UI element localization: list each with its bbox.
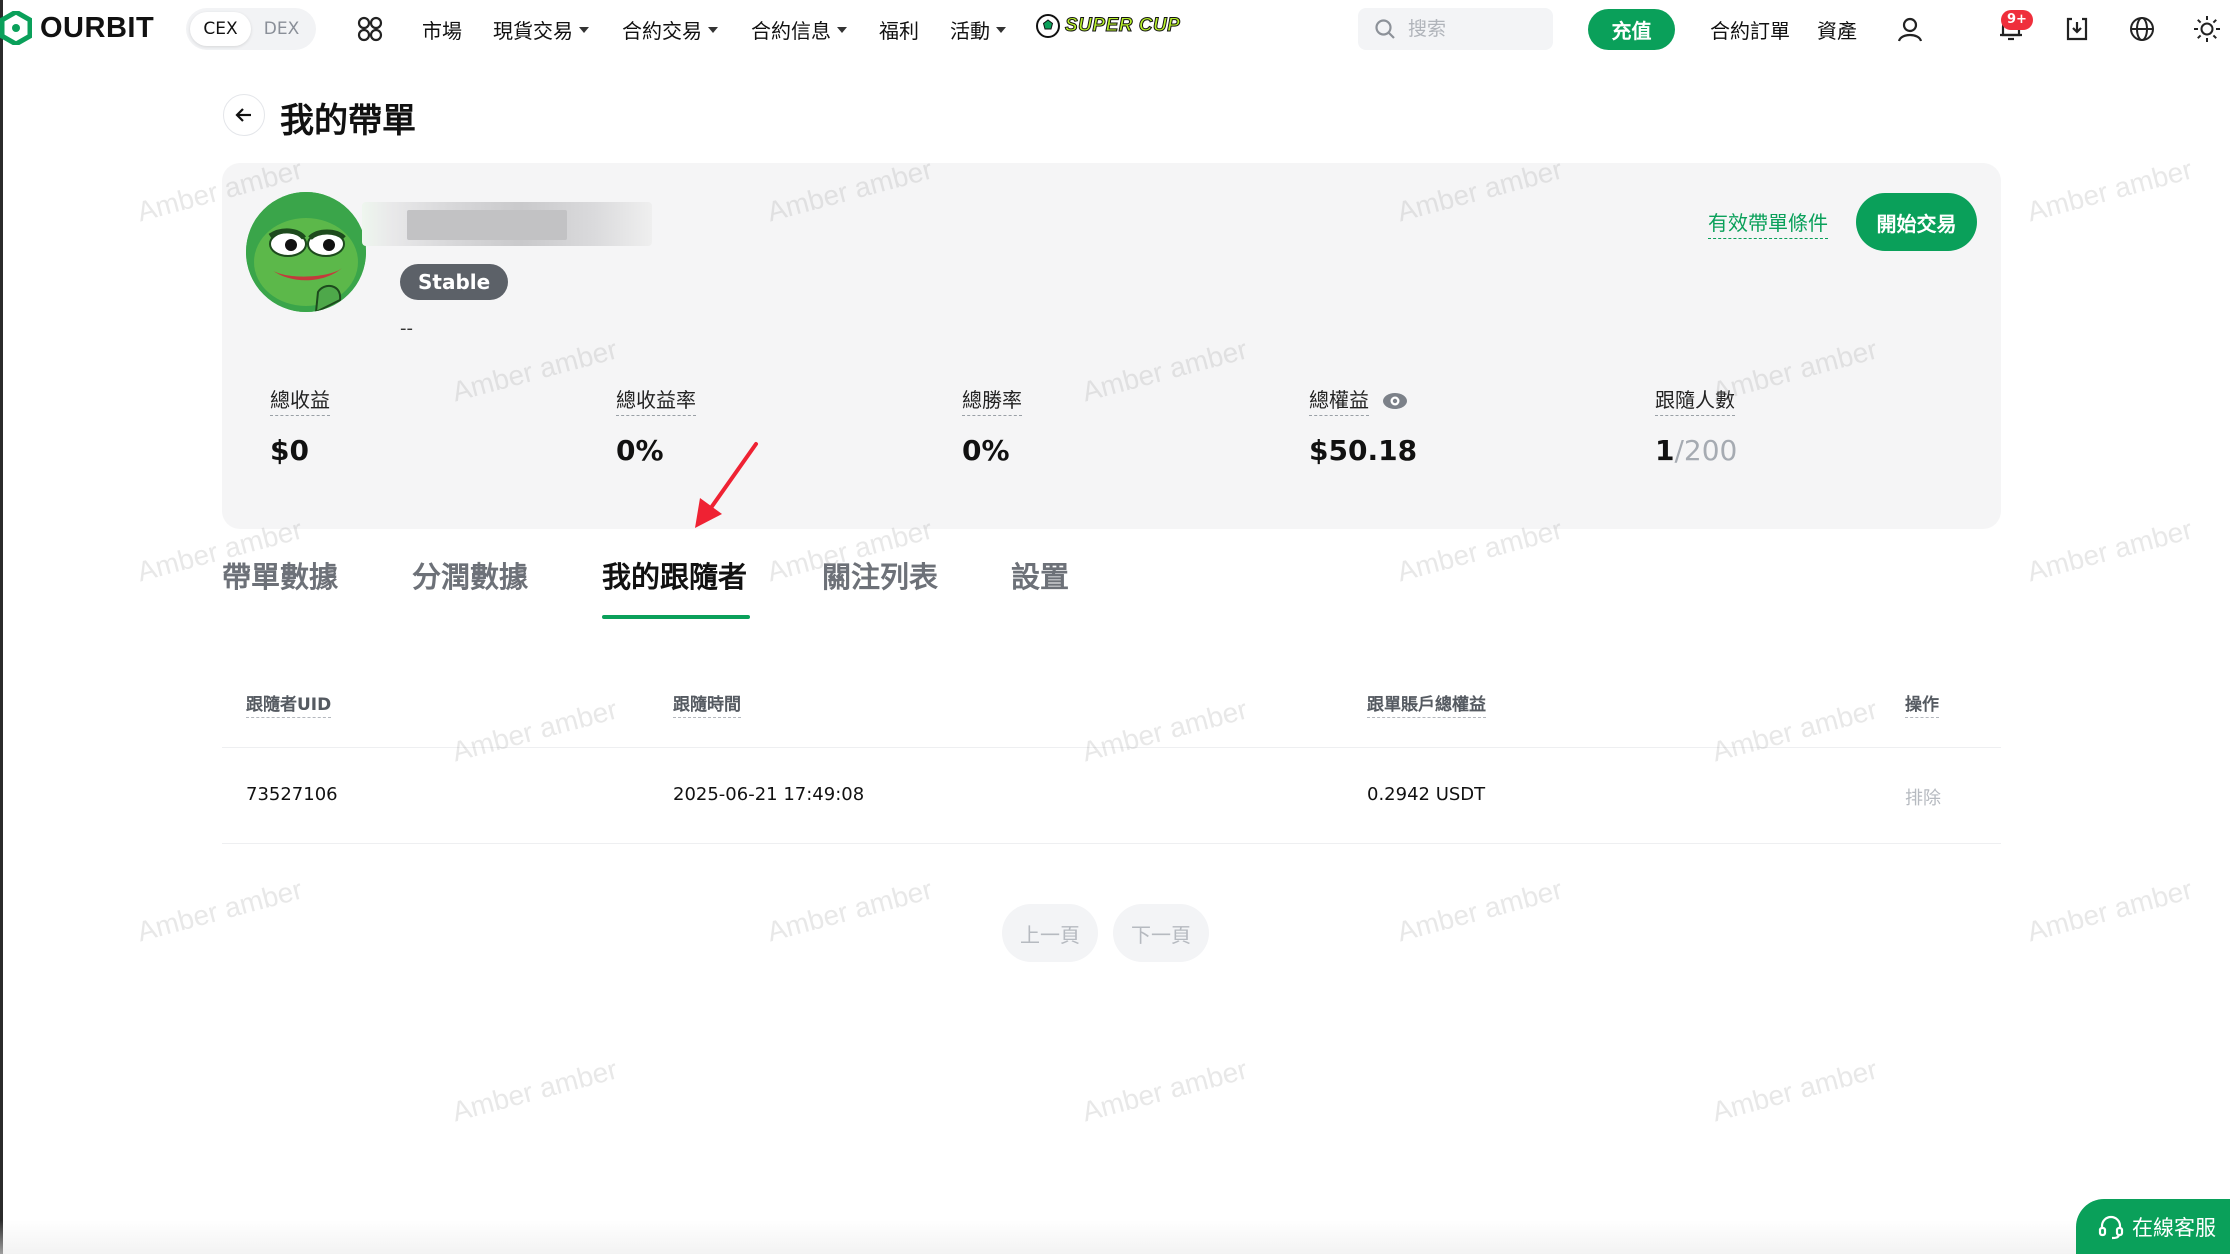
nav-item-events[interactable]: 活動 <box>950 15 1006 44</box>
search-icon <box>1375 19 1395 39</box>
stat-value: 1/200 <box>1655 434 1738 467</box>
tab-copy-trade-data[interactable]: 帶單數據 <box>222 554 338 596</box>
pepe-avatar-icon <box>246 192 366 312</box>
stat-value: 0% <box>616 434 664 467</box>
column-header-equity: 跟單賬戶總權益 <box>1367 690 1486 718</box>
divider <box>222 747 2001 748</box>
next-page-button[interactable]: 下一頁 <box>1113 904 1209 962</box>
follow-time: 2025-06-21 17:49:08 <box>673 784 865 805</box>
stat-total-equity: 總權益 $50.18 <box>1309 384 1417 467</box>
avatar <box>246 192 366 312</box>
stat-value: $50.18 <box>1309 434 1418 467</box>
watermark-text: Amber amber <box>2023 513 2196 588</box>
remove-follower-button[interactable]: 排除 <box>1905 784 1941 810</box>
tab-profit-share-data[interactable]: 分潤數據 <box>412 554 528 596</box>
theme-sun-icon[interactable] <box>2192 14 2222 44</box>
arrow-left-icon <box>235 108 251 122</box>
window-edge <box>0 0 3 1254</box>
watermark-text: Amber amber <box>1078 1053 1251 1128</box>
chevron-down-icon <box>708 26 718 33</box>
ourbit-logo-icon <box>0 11 32 45</box>
top-nav: OURBIT CEX DEX 市場 現貨交易 合約交易 合約信息 福利 活動 S… <box>0 0 2230 58</box>
notification-badge: 9+ <box>2001 10 2033 30</box>
download-icon[interactable] <box>2062 14 2092 44</box>
nav-item-rewards[interactable]: 福利 <box>879 15 919 44</box>
tab-settings[interactable]: 設置 <box>1011 554 1069 596</box>
assets-link[interactable]: 資產 <box>1817 15 1857 44</box>
follower-equity: 0.2942 USDT <box>1367 784 1486 805</box>
annotation-arrow-icon <box>695 442 758 528</box>
nav-item-futures-info[interactable]: 合約信息 <box>751 15 847 44</box>
watermark-text: Amber amber <box>448 1053 621 1128</box>
page-title: 我的帶單 <box>280 101 416 141</box>
contract-orders-link[interactable]: 合約訂單 <box>1710 15 1790 44</box>
nav-item-futures[interactable]: 合約交易 <box>622 15 718 44</box>
cex-dex-switch: CEX DEX <box>186 8 316 50</box>
logo-text: OURBIT <box>40 11 155 44</box>
stat-value-max: /200 <box>1674 434 1738 467</box>
start-trading-button[interactable]: 開始交易 <box>1856 193 1977 251</box>
chevron-down-icon <box>837 26 847 33</box>
watermark-text: Amber amber <box>2023 153 2196 228</box>
bio-text: -- <box>400 318 413 339</box>
search-input[interactable] <box>1406 17 1540 41</box>
soccer-ball-icon <box>1036 14 1060 38</box>
nav-item-market[interactable]: 市場 <box>422 15 462 44</box>
column-header-follow-time: 跟隨時間 <box>673 690 741 718</box>
stat-label: 總勝率 <box>962 384 1022 416</box>
stat-total-roi: 總收益率 0% <box>616 384 696 467</box>
valid-conditions-link[interactable]: 有效帶單條件 <box>1708 207 1828 239</box>
watermark-text: Amber amber <box>1708 1053 1881 1128</box>
deposit-button[interactable]: 充值 <box>1588 9 1675 50</box>
watermark-text: Amber amber <box>1708 693 1881 768</box>
dex-option[interactable]: DEX <box>251 12 312 46</box>
eye-icon[interactable] <box>1382 391 1408 415</box>
stat-total-profit: 總收益 $0 <box>270 384 330 467</box>
stat-label: 總收益率 <box>616 384 696 416</box>
stat-win-rate: 總勝率 0% <box>962 384 1022 467</box>
back-button[interactable] <box>223 94 265 136</box>
watermark-text: Amber amber <box>448 693 621 768</box>
bottom-shadow <box>0 1220 2230 1254</box>
chevron-down-icon <box>996 26 1006 33</box>
tab-my-followers[interactable]: 我的跟隨者 <box>602 554 747 596</box>
stat-value: $0 <box>270 434 309 467</box>
chevron-down-icon <box>579 26 589 33</box>
watermark-text: Amber amber <box>133 873 306 948</box>
apps-grid-icon[interactable] <box>356 15 384 47</box>
prev-page-button[interactable]: 上一頁 <box>1002 904 1098 962</box>
column-header-action: 操作 <box>1905 690 1939 718</box>
search-box[interactable] <box>1358 8 1553 50</box>
active-tab-indicator <box>602 615 750 619</box>
username-blurred <box>362 202 652 246</box>
globe-icon[interactable] <box>2127 14 2157 44</box>
watermark-text: Amber amber <box>763 873 936 948</box>
watermark-text: Amber amber <box>1393 873 1566 948</box>
cex-option[interactable]: CEX <box>190 12 251 46</box>
stat-label: 跟隨人數 <box>1655 384 1735 416</box>
logo[interactable]: OURBIT <box>0 11 154 45</box>
status-badge: Stable <box>400 264 509 300</box>
super-cup-link[interactable]: SUPER CUP <box>1035 13 1180 39</box>
headset-icon <box>2098 1215 2124 1239</box>
column-header-uid: 跟隨者UID <box>246 690 332 718</box>
watermark-text: Amber amber <box>2023 873 2196 948</box>
stat-label: 總權益 <box>1309 384 1369 416</box>
watermark-text: Amber amber <box>1078 693 1251 768</box>
stat-label: 總收益 <box>270 384 330 416</box>
divider <box>222 843 2001 844</box>
online-support-button[interactable]: 在線客服 <box>2076 1199 2230 1254</box>
follower-uid: 73527106 <box>246 784 338 805</box>
stat-followers: 跟隨人數 1/200 <box>1655 384 1737 467</box>
super-cup-label: SUPER CUP <box>1064 15 1181 37</box>
online-support-label: 在線客服 <box>2132 1215 2216 1240</box>
user-icon[interactable] <box>1895 14 1925 44</box>
stat-value: 0% <box>962 434 1010 467</box>
nav-item-spot[interactable]: 現貨交易 <box>493 15 589 44</box>
tab-watchlist[interactable]: 關注列表 <box>822 554 938 596</box>
